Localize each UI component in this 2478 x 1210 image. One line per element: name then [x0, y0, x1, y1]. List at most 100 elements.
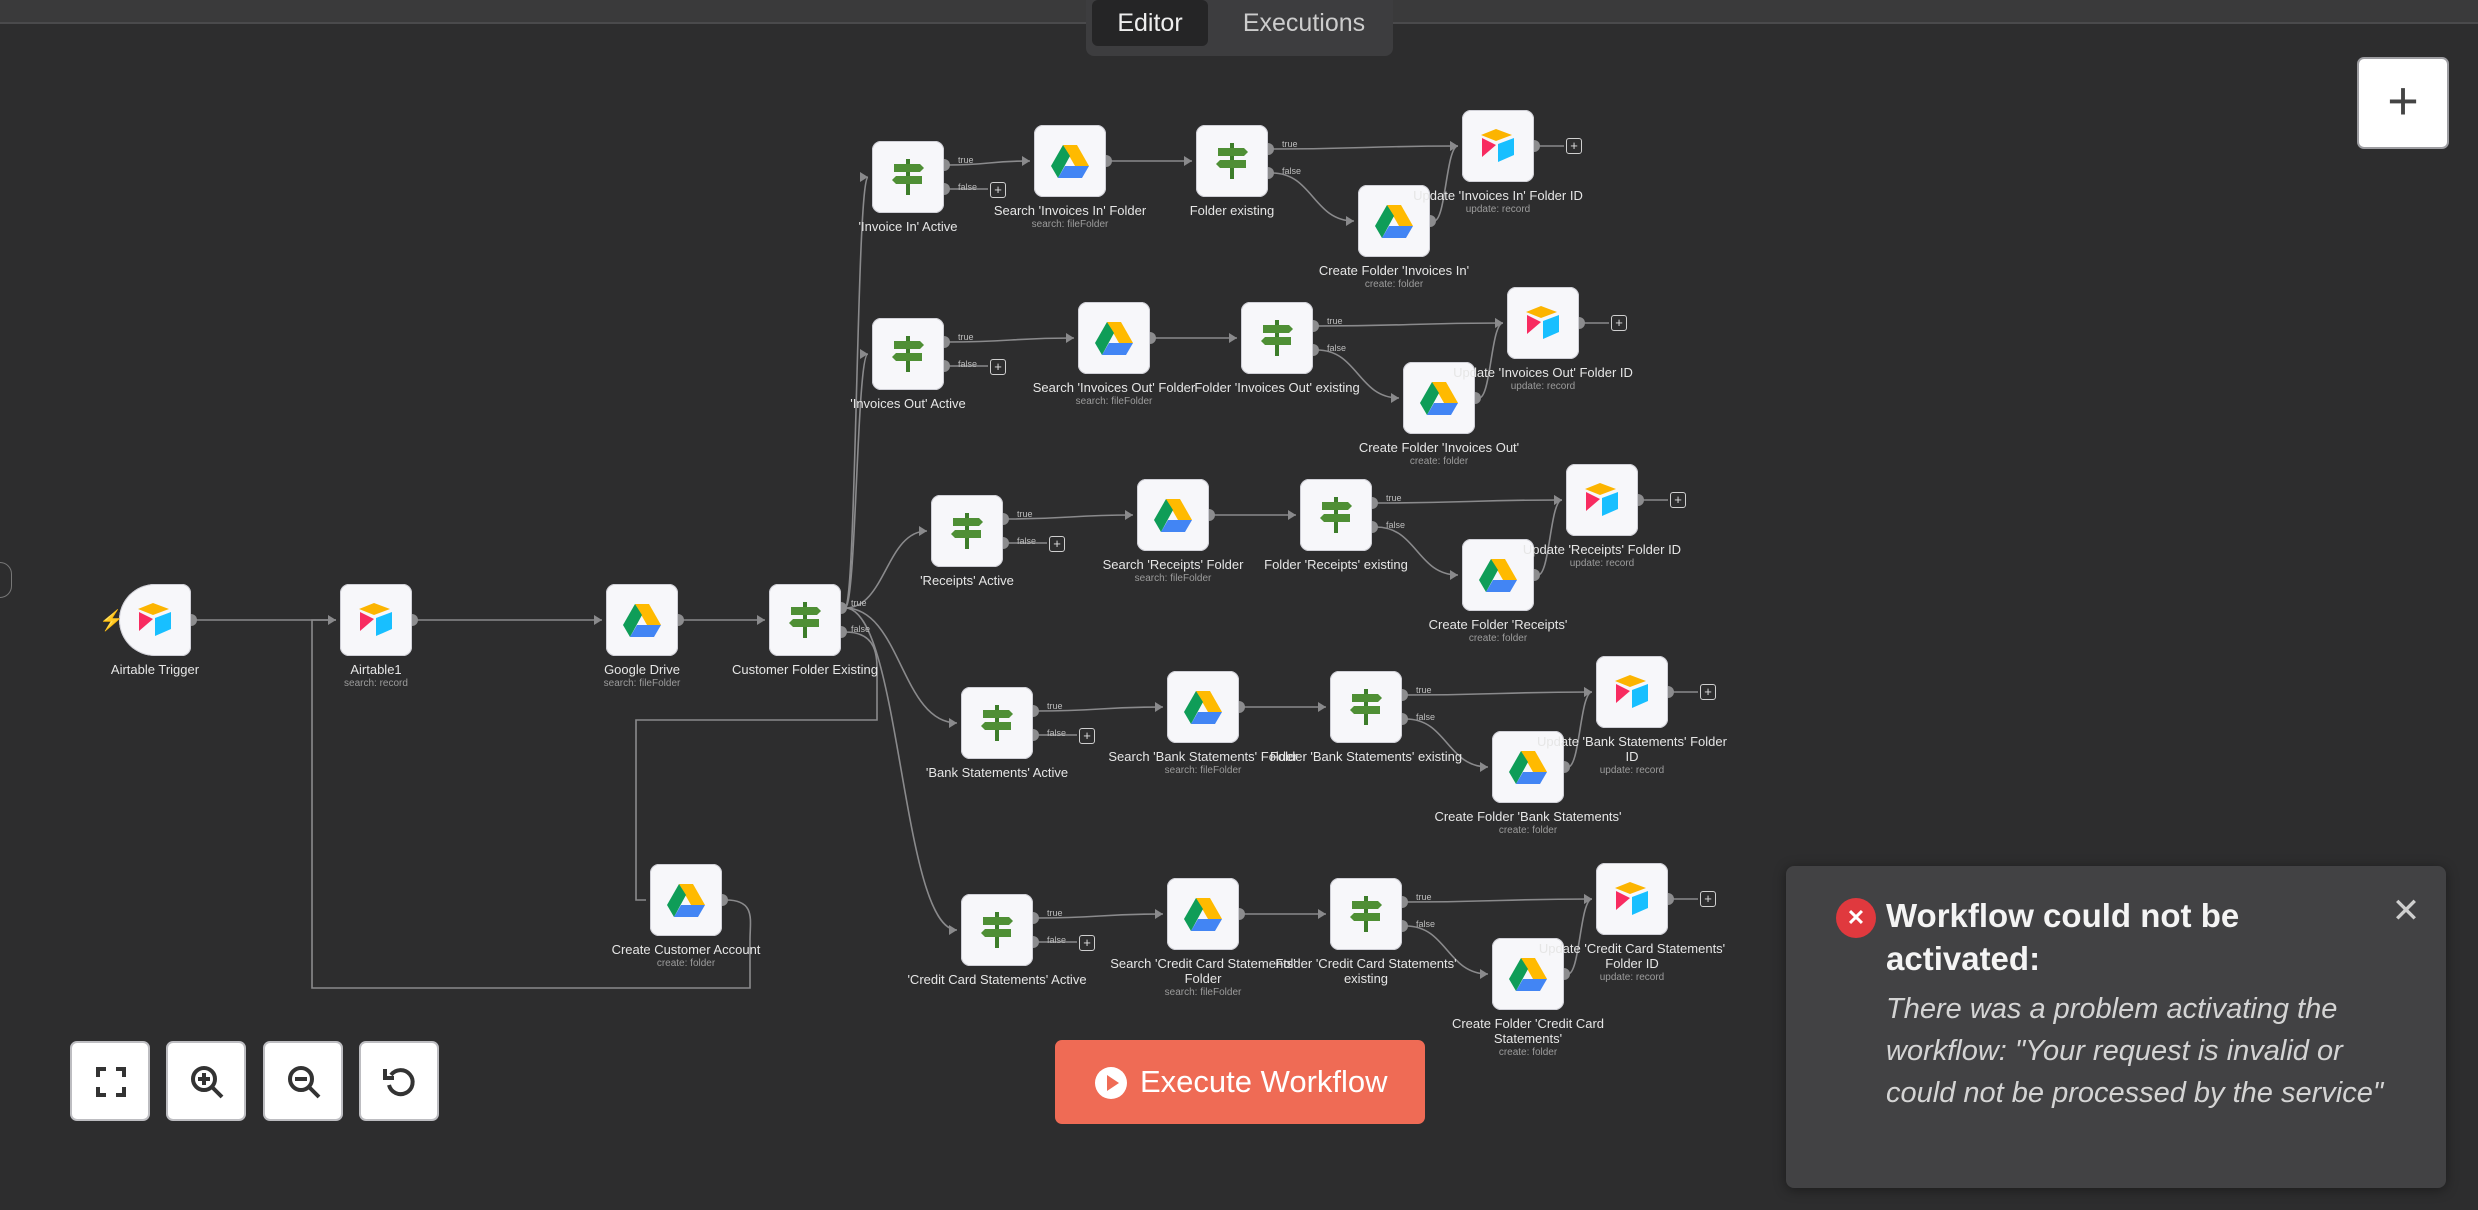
zoom-in-button[interactable] — [166, 1041, 246, 1121]
close-icon[interactable]: ✕ — [2391, 894, 2421, 928]
arrowhead — [1125, 510, 1133, 520]
false-branch-label: false — [1416, 712, 1436, 722]
true-branch-label: true — [1416, 892, 1432, 902]
node-label: Create Customer Account create: folder — [586, 942, 786, 970]
add-connection-button[interactable]: + — [1670, 492, 1686, 508]
add-connection-button[interactable]: + — [990, 359, 1006, 375]
false-branch-label: false — [958, 182, 978, 192]
node-folder-credit-card-statements-existing[interactable] — [1330, 878, 1402, 950]
add-connection-button[interactable]: + — [1611, 315, 1627, 331]
node-airtable1[interactable] — [340, 584, 412, 656]
node-title: Create Folder 'Invoices Out' — [1358, 440, 1520, 455]
node-update-bank-statements-folder-id[interactable] — [1596, 656, 1668, 728]
false-branch-label: false — [958, 359, 978, 369]
node-search-credit-card-statements-folder[interactable] — [1167, 878, 1239, 950]
node-title: Google Drive — [604, 662, 680, 677]
node-subtitle: create: folder — [1498, 825, 1558, 836]
node-folder-receipts-existing[interactable] — [1300, 479, 1372, 551]
node-folder-invoices-out-existing[interactable] — [1241, 302, 1313, 374]
node-create-customer-account[interactable] — [650, 864, 722, 936]
node-subtitle: create: folder — [656, 958, 716, 969]
arrowhead — [1480, 762, 1488, 772]
arrowhead — [1391, 393, 1399, 403]
add-connection-button[interactable]: + — [1700, 891, 1716, 907]
node-title: Update 'Invoices In' Folder ID — [1413, 188, 1583, 203]
node-title: Airtable Trigger — [110, 662, 200, 677]
node-search-receipts-folder[interactable] — [1137, 479, 1209, 551]
node-subtitle: update: record — [1510, 381, 1576, 392]
trigger-bolt-icon: ⚡ — [99, 610, 124, 632]
execute-workflow-button[interactable]: Execute Workflow — [1055, 1040, 1425, 1124]
node-title: 'Credit Card Statements' Active — [907, 972, 1087, 987]
node-folder-existing[interactable] — [1196, 125, 1268, 197]
node-search-bank-statements-folder[interactable] — [1167, 671, 1239, 743]
false-branch-label: false — [1282, 166, 1302, 176]
node-update-invoices-in-folder-id[interactable] — [1462, 110, 1534, 182]
arrowhead — [919, 526, 927, 536]
node-subtitle: create: folder — [1498, 1047, 1558, 1058]
node-receipts-active[interactable] — [931, 495, 1003, 567]
node-update-invoices-out-folder-id[interactable] — [1507, 287, 1579, 359]
true-branch-label: true — [1282, 139, 1298, 149]
node-invoice-in-active[interactable] — [872, 141, 944, 213]
add-connection-button[interactable]: + — [990, 182, 1006, 198]
node-title: Create Customer Account — [611, 942, 761, 957]
node-title: Update 'Credit Card Statements' Folder I… — [1538, 941, 1726, 971]
false-branch-label: false — [1017, 536, 1037, 546]
node-label: Update 'Receipts' Folder ID update: recor… — [1502, 542, 1702, 570]
connection — [844, 530, 928, 609]
arrowhead — [1480, 969, 1488, 979]
node-invoices-out-active[interactable] — [872, 318, 944, 390]
zoom-to-fit-button[interactable] — [70, 1041, 150, 1121]
node-label: Create Folder 'Receipts' create: folder — [1398, 617, 1598, 645]
zoom-to-fit-icon — [96, 1067, 126, 1097]
if-icon — [1350, 896, 1382, 932]
if-icon — [951, 513, 983, 549]
google-drive-icon — [1095, 322, 1133, 355]
add-node-button[interactable]: + — [2357, 57, 2449, 149]
node-search-invoices-in-folder[interactable] — [1034, 125, 1106, 197]
node-subtitle: update: record — [1599, 765, 1665, 776]
google-drive-icon — [1184, 691, 1222, 724]
node-title: Customer Folder Existing — [732, 662, 878, 677]
google-drive-icon — [623, 604, 661, 637]
node-update-credit-card-statements-folder-id[interactable] — [1596, 863, 1668, 935]
node-bank-statements-active[interactable] — [961, 687, 1033, 759]
node-update-receipts-folder-id[interactable] — [1566, 464, 1638, 536]
node-title: Search 'Invoices In' Folder — [993, 203, 1147, 218]
add-connection-button[interactable]: + — [1566, 138, 1582, 154]
add-connection-button[interactable]: + — [1079, 935, 1095, 951]
node-folder-bank-statements-existing[interactable] — [1330, 671, 1402, 743]
reset-zoom-button[interactable] — [359, 1041, 439, 1121]
node-subtitle: search: fileFolder — [1031, 219, 1109, 230]
node-label: Create Folder 'Bank Statements' create: f… — [1428, 809, 1628, 837]
node-label: 'Credit Card Statements' Active — [897, 972, 1097, 987]
add-connection-button[interactable]: + — [1700, 684, 1716, 700]
node-title: Search 'Receipts' Folder — [1102, 557, 1244, 572]
node-label: Folder 'Bank Statements' existing — [1266, 749, 1466, 764]
node-label: Folder 'Invoices Out' existing — [1177, 380, 1377, 395]
arrowhead — [1229, 333, 1237, 343]
node-subtitle: create: folder — [1364, 279, 1424, 290]
zoom-out-button[interactable] — [263, 1041, 343, 1121]
node-subtitle: search: fileFolder — [1075, 396, 1153, 407]
add-connection-button[interactable]: + — [1079, 728, 1095, 744]
node-credit-card-statements-active[interactable] — [961, 894, 1033, 966]
google-drive-icon — [667, 884, 705, 917]
arrowhead — [949, 925, 957, 935]
connection — [1405, 898, 1593, 903]
node-customer-folder-existing[interactable] — [769, 584, 841, 656]
false-branch-label: false — [1386, 520, 1406, 530]
arrowhead — [1318, 702, 1326, 712]
node-google-drive[interactable] — [606, 584, 678, 656]
google-drive-icon — [1051, 145, 1089, 178]
play-icon — [1095, 1067, 1127, 1099]
node-search-invoices-out-folder[interactable] — [1078, 302, 1150, 374]
node-airtable-trigger[interactable] — [119, 584, 191, 656]
arrowhead — [1066, 333, 1074, 343]
node-title: Folder 'Invoices Out' existing — [1194, 380, 1360, 395]
if-icon — [981, 912, 1013, 948]
node-title: Folder 'Receipts' existing — [1264, 557, 1408, 572]
add-connection-button[interactable]: + — [1049, 536, 1065, 552]
node-title: Create Folder 'Bank Statements' — [1434, 809, 1622, 824]
